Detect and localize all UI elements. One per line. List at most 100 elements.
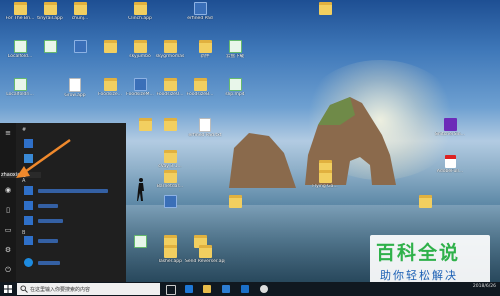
desktop-icon-label: AdobeFull... [436,169,464,174]
task-view-icon[interactable] [166,285,176,295]
desktop-icon[interactable]: erfined Pad [180,2,220,21]
desktop-icon-label: FoodsizeB... [186,92,214,97]
desktop-icon[interactable]: cVay 3.1... [150,150,190,169]
search-icon [20,285,28,293]
desktop-icon[interactable]: Grow.app [55,78,95,98]
app-list-item[interactable] [38,239,58,243]
mp4-icon [43,40,57,53]
desktop-icon[interactable]: skygrmomas [150,40,190,59]
desktop-icon-label: erfined Pad.txt [188,133,222,138]
mp4-icon [228,40,242,53]
desktop-icon-label: Tasher.app [157,259,183,264]
desktop-icon[interactable]: Barnetdar... [150,170,190,189]
desktop-icon-label: SnitcherSin... [435,132,465,137]
desktop-icon[interactable]: 云盘下载 [215,40,255,59]
folder-icon [193,78,207,91]
desktop-icon-label: cVay 3.1... [158,164,182,169]
mp4-icon [228,78,242,91]
doc-icon [69,78,81,92]
desktop-icon[interactable]: AdobeFull... [430,155,470,174]
desktop-icon[interactable] [305,2,345,16]
runner-silhouette [137,178,144,201]
folder-icon [163,78,177,91]
desktop-icon[interactable]: slip.mp4 [215,78,255,97]
desktop-icon[interactable] [150,118,190,132]
folder-icon [163,150,177,163]
pdf-icon [444,155,456,168]
edge-icon[interactable] [185,285,193,293]
app-list-item[interactable] [38,261,60,265]
desktop-icon-label: erfined Pad [187,16,213,21]
mp4-icon [13,40,27,53]
folder-icon [133,2,147,15]
folder-icon [13,2,27,15]
store-icon[interactable] [222,285,230,293]
desktop-icon[interactable] [150,195,190,209]
desktop-icon-label: 云盘下载 [226,54,244,59]
file-explorer-icon[interactable] [203,285,211,293]
clock[interactable]: 2018/6/26 [473,284,496,289]
app-list-item[interactable] [38,204,58,208]
folder-icon [73,2,87,15]
folder-icon [163,245,177,258]
desktop-icon-label: Barnetdar... [156,184,184,189]
mp4-icon [13,78,27,91]
settings-icon[interactable]: ⚙ [3,245,13,255]
desktop-icon[interactable]: chunj... [60,2,100,21]
desktop-icon[interactable]: Localfoldri... [0,78,40,97]
app-list-item[interactable] [38,189,108,193]
desktop-icon[interactable]: Flying Ga... [305,170,345,189]
desktop-icon[interactable] [215,195,255,209]
folder-icon [198,245,212,258]
app-icon [133,78,147,91]
pictures-icon[interactable]: ▭ [3,225,13,235]
app-icon [73,40,87,53]
search-box[interactable]: 在这里输入你要搜索的内容 [17,283,160,295]
folder-icon [133,40,147,53]
mp4-icon [133,235,147,248]
folder-icon [103,40,117,53]
desktop-icon[interactable]: Send Reverser.app [185,245,225,264]
watermark-subtitle: 助你轻松解决 [380,269,458,282]
documents-icon[interactable]: ▯ [3,205,13,215]
app-tile-icon[interactable] [24,258,33,267]
settings-taskbar-icon[interactable] [260,285,268,293]
desktop-icon[interactable]: Clinch.app [120,2,160,21]
app-tile-icon[interactable] [24,201,33,210]
desktop-icon[interactable]: FoodsizeB... [180,78,220,97]
desktop-icon-label: Localfold... [7,54,33,59]
desktop-icon-label: slip.mp4 [225,92,245,97]
folder-icon [163,40,177,53]
app-icon [193,2,207,15]
watermark-title: 百科全说 [376,242,461,264]
app-icon [443,118,457,131]
app-tile-icon[interactable] [24,186,33,195]
desktop-icon[interactable]: Tasher.app [150,245,190,264]
app-icon [163,195,177,208]
desktop-icon[interactable]: erfined Pad.txt [185,118,225,138]
folder-icon [103,78,117,91]
desktop-icon[interactable]: SnitcherSin... [430,118,470,137]
app-list-item[interactable] [38,219,63,223]
mail-icon[interactable] [241,285,249,293]
desktop-icon-label: Localfoldri... [6,92,34,97]
power-icon[interactable]: ⏻ [3,265,13,275]
folder-icon [163,170,177,183]
folder-icon [43,2,57,15]
app-tile-icon[interactable] [24,216,33,225]
desktop-icon-label: Flying Ga... [312,184,338,189]
app-tile-icon[interactable] [24,236,33,245]
annotation-arrow [16,138,71,178]
group-letter[interactable]: # [22,127,26,133]
folder-icon [318,2,332,15]
user-avatar-icon[interactable]: ◉ [3,185,13,195]
folder-icon [318,170,332,183]
folder-icon [228,195,242,208]
doc-icon [199,118,211,132]
desktop-icon[interactable] [405,195,445,209]
rock-small [229,133,296,188]
desktop-icon-label: chunj... [71,16,89,21]
windows-start-icon[interactable] [4,285,12,293]
folder-icon [163,118,177,131]
desktop-icon-label: Grow.app [64,93,86,98]
